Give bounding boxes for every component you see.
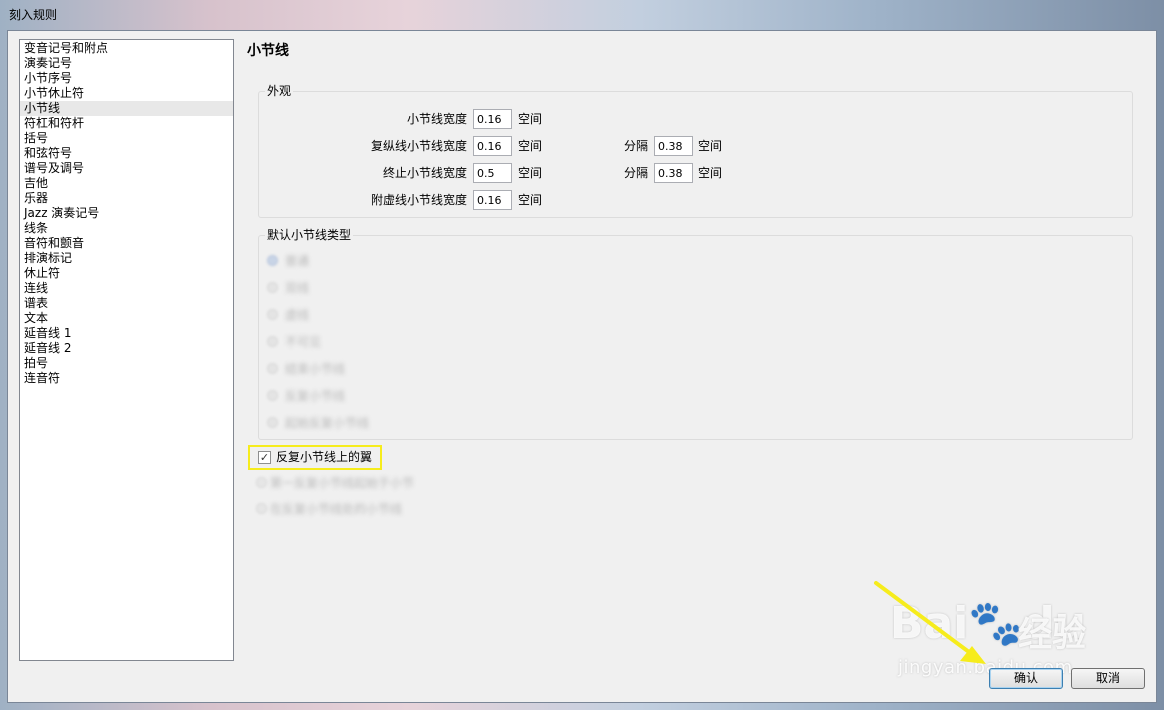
cancel-button[interactable]: 取消 <box>1071 668 1145 689</box>
final-barline-width-unit: 空间 <box>518 166 543 180</box>
ok-button[interactable]: 确认 <box>989 668 1063 689</box>
final-barline-width-label: 终止小节线宽度 <box>382 166 467 180</box>
category-list[interactable]: 变音记号和附点 演奏记号 小节序号 小节休止符 小节线 符杠和符杆 括号 和弦符号 谱号及调号吉… <box>19 39 234 661</box>
sidebar-item[interactable]: 排演标记 <box>20 251 233 266</box>
sidebar-item[interactable]: 吉他 <box>20 176 233 191</box>
radio-button-icon[interactable] <box>267 309 278 320</box>
sidebar-item[interactable]: 线条 <box>20 221 233 236</box>
window-title: 刻入规则 <box>9 8 58 22</box>
repeat-wings-label[interactable]: 反复小节线上的翼 <box>276 449 372 466</box>
barline-type-option-label: 不可见 <box>285 335 322 349</box>
blurred-option-2-checkbox[interactable] <box>256 503 267 514</box>
sidebar-item[interactable]: 小节线 <box>20 101 233 116</box>
double-barline-width-input[interactable] <box>473 136 512 156</box>
barline-type-option-label: 普通 <box>285 254 310 268</box>
double-barline-width-unit: 空间 <box>518 139 543 153</box>
sidebar-item[interactable]: 括号 <box>20 131 233 146</box>
sidebar-item[interactable]: Jazz 演奏记号 <box>20 206 233 221</box>
sidebar-item[interactable]: 连音符 <box>20 371 233 386</box>
blurred-option-1-checkbox[interactable] <box>256 477 267 488</box>
dashed-barline-width-label: 附虚线小节线宽度 <box>370 193 467 207</box>
final-barline-separation-unit: 空间 <box>698 166 723 180</box>
barline-type-option-label: 虚线 <box>285 308 310 322</box>
barline-width-label: 小节线宽度 <box>406 112 467 126</box>
barline-type-option-label: 双线 <box>285 281 310 295</box>
sidebar-item[interactable]: 音符和颤音 <box>20 236 233 251</box>
sidebar-item[interactable]: 谱号及调号 <box>20 161 233 176</box>
final-barline-separation-label: 分隔 <box>624 166 649 180</box>
barline-type-option-label: 起始反复小节线 <box>285 416 370 430</box>
blurred-option-2-label: 在反复小节线处的小节线 <box>270 502 403 516</box>
sidebar-item[interactable]: 休止符 <box>20 266 233 281</box>
double-barline-width-label: 复纵线小节线宽度 <box>370 139 467 153</box>
sidebar-item[interactable]: 延音线 1 <box>20 326 233 341</box>
blurred-option-1-label: 第一反复小节线起始于小节 <box>270 476 415 490</box>
double-barline-separation-input[interactable] <box>654 136 693 156</box>
sidebar-item[interactable]: 小节序号 <box>20 71 233 86</box>
sidebar-item[interactable]: 谱表 <box>20 296 233 311</box>
dashed-barline-width-input[interactable] <box>473 190 512 210</box>
radio-button-icon[interactable] <box>267 255 278 266</box>
sidebar-item[interactable]: 连线 <box>20 281 233 296</box>
sidebar-item[interactable]: 演奏记号 <box>20 56 233 71</box>
double-barline-separation-label: 分隔 <box>624 139 649 153</box>
default-barline-type-label: 默认小节线类型 <box>265 228 354 242</box>
double-barline-separation-unit: 空间 <box>698 139 723 153</box>
repeat-wings-highlight: ✓ 反复小节线上的翼 <box>248 445 382 470</box>
default-barline-type-group: 默认小节线类型 <box>258 228 1133 440</box>
radio-button-icon[interactable] <box>267 282 278 293</box>
barline-width-input[interactable] <box>473 109 512 129</box>
barline-width-unit: 空间 <box>518 112 543 126</box>
final-barline-width-input[interactable] <box>473 163 512 183</box>
barline-type-option-label: 反复小节线 <box>285 389 346 403</box>
sidebar-item[interactable]: 拍号 <box>20 356 233 371</box>
sidebar-item[interactable]: 乐器 <box>20 191 233 206</box>
radio-button-icon[interactable] <box>267 390 278 401</box>
radio-button-icon[interactable] <box>267 363 278 374</box>
repeat-wings-checkbox[interactable]: ✓ <box>258 451 271 464</box>
final-barline-separation-input[interactable] <box>654 163 693 183</box>
sidebar-item[interactable]: 变音记号和附点 <box>20 41 233 56</box>
sidebar-item[interactable]: 小节休止符 <box>20 86 233 101</box>
radio-button-icon[interactable] <box>267 417 278 428</box>
sidebar-item[interactable]: 文本 <box>20 311 233 326</box>
page-title: 小节线 <box>247 43 289 59</box>
radio-button-icon[interactable] <box>267 336 278 347</box>
sidebar-item[interactable]: 和弦符号 <box>20 146 233 161</box>
dashed-barline-width-unit: 空间 <box>518 193 543 207</box>
sidebar-item[interactable]: 符杠和符杆 <box>20 116 233 131</box>
sidebar-item[interactable]: 延音线 2 <box>20 341 233 356</box>
barline-type-option-label: 结束小节线 <box>285 362 346 376</box>
appearance-group-label: 外观 <box>265 84 294 98</box>
